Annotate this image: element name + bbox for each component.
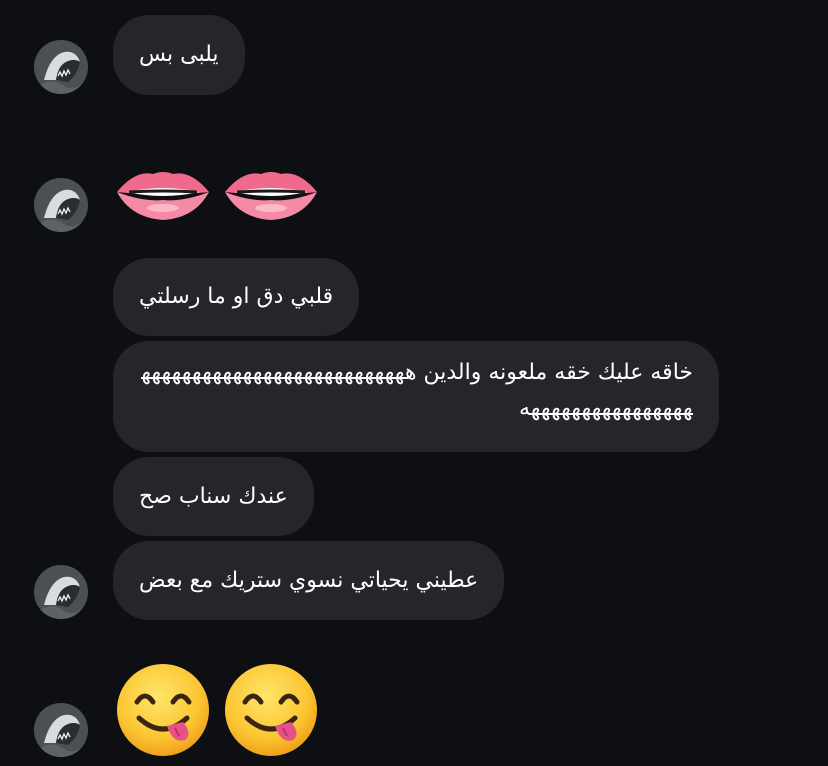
face-savoring-food-icon [221,660,321,760]
message-text: خاقه عليك خقه ملعونه والدين هههههههههههه… [141,360,693,421]
shark-avatar-icon [34,703,88,757]
sender-avatar[interactable] [34,178,88,232]
face-savoring-food-icon [113,660,213,760]
message-bubble[interactable]: عطيني يحياتي نسوي ستريك مع بعض [113,541,505,620]
message-bubble[interactable]: قلبي دق او ما رسلتي [113,258,360,336]
shark-avatar-icon [34,565,88,619]
lips-icon [113,140,213,240]
sender-avatar[interactable] [34,40,88,94]
message-bubble[interactable]: عندك سناب صح [113,457,314,536]
message-thread: يلبى بس قلبي دق او ما رسلتي خاقه عليك خق… [0,0,828,766]
emoji-message[interactable] [113,660,321,760]
message-text: عندك سناب صح [139,483,288,509]
message-text: قلبي دق او ما رسلتي [139,284,334,309]
message-text: يلبى بس [139,42,219,67]
sender-avatar[interactable] [34,565,88,619]
message-text: عطيني يحياتي نسوي ستريك مع بعض [139,567,479,593]
sender-avatar[interactable] [34,703,88,757]
shark-avatar-icon [34,40,88,94]
lips-icon [221,140,321,240]
message-bubble[interactable]: يلبى بس [113,15,245,95]
shark-avatar-icon [34,178,88,232]
message-bubble[interactable]: خاقه عليك خقه ملعونه والدين هههههههههههه… [113,341,719,452]
emoji-message[interactable] [113,140,321,240]
